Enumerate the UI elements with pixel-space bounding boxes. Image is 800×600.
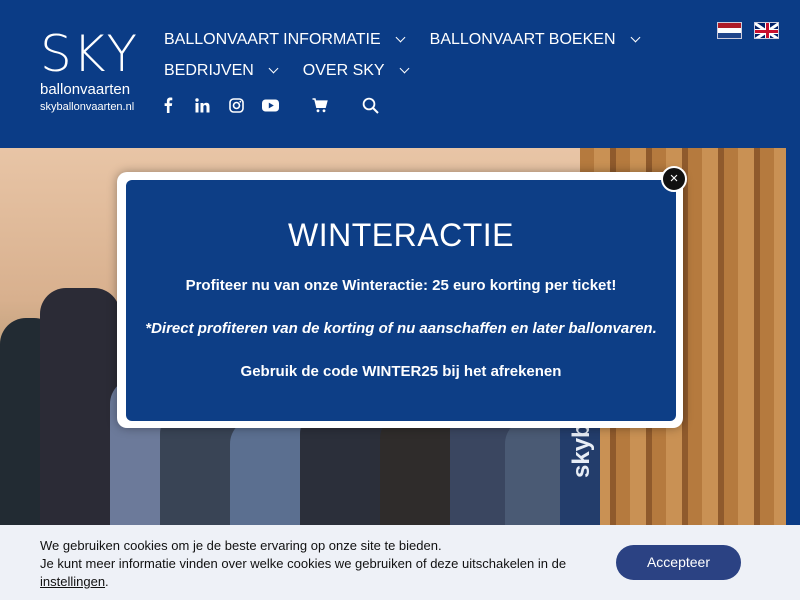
logo-subtitle: ballonvaarten: [40, 81, 131, 98]
cookie-settings-link[interactable]: instellingen: [40, 574, 105, 589]
modal-text-note: *Direct profiteren van de korting of nu …: [145, 320, 657, 337]
promo-modal: WINTERACTIE Profiteer nu van onze Winter…: [126, 180, 676, 421]
logo-name: SKY: [40, 25, 139, 83]
cookie-link-suffix: .: [105, 574, 109, 589]
cookie-banner: We gebruiken cookies om je de beste erva…: [0, 525, 800, 600]
facebook-icon[interactable]: [158, 95, 178, 115]
linkedin-icon[interactable]: [192, 95, 212, 115]
nav-item-ballonvaart-informatie[interactable]: BALLONVAART INFORMATIE: [164, 30, 406, 49]
cookie-text: We gebruiken cookies om je de beste erva…: [40, 537, 600, 591]
cookie-line-2: Je kunt meer informatie vinden over welk…: [40, 556, 567, 571]
nav-item-ballonvaart-boeken[interactable]: BALLONVAART BOEKEN: [429, 30, 640, 49]
hero-person: [380, 413, 460, 528]
page-scrollbar[interactable]: [786, 148, 800, 528]
chevron-down-icon: [268, 63, 279, 74]
en-flag-icon[interactable]: [754, 22, 779, 39]
site-logo[interactable]: SKY ballonvaarten skyballonvaarten.nl: [40, 25, 139, 114]
hero-person: [230, 418, 310, 528]
nav-item-over-sky[interactable]: OVER SKY: [302, 61, 410, 80]
chevron-down-icon: [399, 63, 410, 74]
nl-flag-icon[interactable]: [717, 22, 742, 39]
youtube-icon[interactable]: [260, 95, 280, 115]
nav-row-1: BALLONVAART INFORMATIE BALLONVAART BOEKE…: [164, 24, 664, 55]
nav-item-label: OVER SKY: [302, 61, 385, 79]
nav-item-label: BALLONVAART BOEKEN: [429, 30, 616, 48]
cookie-line-3: instellingen.: [40, 573, 600, 591]
nav-row-2: BEDRIJVEN OVER SKY: [164, 55, 664, 86]
close-modal-button[interactable]: ×: [661, 166, 687, 192]
hero-person: [40, 288, 120, 528]
modal-title: WINTERACTIE: [288, 217, 514, 253]
nav-item-bedrijven[interactable]: BEDRIJVEN: [164, 61, 279, 80]
accept-cookies-button[interactable]: Accepteer: [616, 545, 741, 580]
logo-url: skyballonvaarten.nl: [40, 101, 135, 113]
site-header: SKY ballonvaarten skyballonvaarten.nl BA…: [0, 0, 800, 148]
social-icons: [158, 95, 394, 115]
chevron-down-icon: [395, 32, 406, 43]
cart-icon[interactable]: [310, 95, 330, 115]
search-icon[interactable]: [360, 95, 380, 115]
nav-item-label: BALLONVAART INFORMATIE: [164, 30, 381, 48]
nav-item-label: BEDRIJVEN: [164, 61, 254, 79]
instagram-icon[interactable]: [226, 95, 246, 115]
modal-text-offer: Profiteer nu van onze Winteractie: 25 eu…: [185, 277, 617, 294]
language-switcher: [717, 22, 779, 39]
modal-text-code: Gebruik de code WINTER25 bij het afreken…: [240, 363, 562, 380]
cookie-line-1: We gebruiken cookies om je de beste erva…: [40, 538, 442, 553]
close-icon: ×: [669, 170, 679, 187]
main-nav: BALLONVAART INFORMATIE BALLONVAART BOEKE…: [164, 24, 664, 86]
chevron-down-icon: [630, 32, 640, 43]
